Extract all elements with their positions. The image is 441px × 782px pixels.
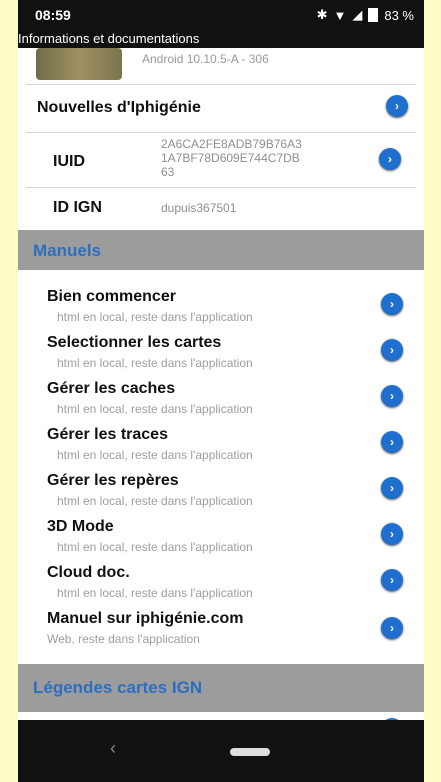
- app-version-text: Android 10.10.5-A - 306: [142, 52, 269, 66]
- signal-icon: ◢: [352, 7, 363, 22]
- page-title: Informations et documentations: [18, 30, 424, 48]
- battery-icon: [368, 8, 379, 22]
- chevron-right-icon[interactable]: ›: [381, 477, 403, 499]
- ign-value: dupuis367501: [161, 201, 237, 215]
- manual-subtitle: html en local, reste dans l'application: [57, 356, 253, 370]
- chevron-right-icon[interactable]: ›: [381, 569, 403, 591]
- battery-percent: 83 %: [384, 7, 414, 23]
- back-icon[interactable]: ‹: [110, 738, 116, 759]
- legend-header: Légendes cartes IGN: [33, 678, 203, 697]
- manual-title: Selectionner les cartes: [47, 334, 222, 351]
- manual-subtitle: html en local, reste dans l'application: [57, 402, 253, 416]
- iuid-label: IUID: [53, 153, 85, 170]
- ign-row: ID IGN dupuis367501: [18, 188, 424, 230]
- wifi-icon: ▼: [333, 7, 347, 23]
- manual-subtitle: html en local, reste dans l'application: [57, 494, 253, 508]
- status-bar: 08:59 ✱ ▼ ◢ 83 %: [18, 0, 424, 30]
- manual-title: Gérer les repères: [47, 472, 179, 489]
- chevron-right-icon[interactable]: ›: [381, 523, 403, 545]
- chevron-right-icon[interactable]: ›: [381, 431, 403, 453]
- manual-item-gerer-caches[interactable]: Gérer les caches html en local, reste da…: [18, 374, 424, 420]
- manual-title: 3D Mode: [47, 518, 114, 535]
- bluetooth-icon: ✱: [316, 7, 328, 22]
- news-label: Nouvelles d'Iphigénie: [37, 99, 201, 116]
- ign-label: ID IGN: [53, 199, 102, 216]
- manual-item-gerer-reperes[interactable]: Gérer les repères html en local, reste d…: [18, 466, 424, 512]
- manual-title: Manuel sur iphigénie.com: [47, 610, 244, 627]
- manual-item-3d-mode[interactable]: 3D Mode html en local, reste dans l'appl…: [18, 512, 424, 558]
- iuid-value-line3: 63: [161, 165, 175, 179]
- chevron-right-icon[interactable]: ›: [381, 617, 403, 639]
- status-icons: ✱ ▼ ◢ 83 %: [317, 7, 414, 23]
- navigation-bar: ‹: [18, 720, 424, 782]
- manual-subtitle: html en local, reste dans l'application: [57, 448, 253, 462]
- iuid-value-line2: 1A7BF78D609E744C7DB: [161, 151, 300, 165]
- chevron-right-icon[interactable]: ›: [386, 95, 408, 117]
- manuals-header: Manuels: [33, 241, 102, 260]
- manual-subtitle: html en local, reste dans l'application: [57, 540, 253, 554]
- manual-subtitle: html en local, reste dans l'application: [57, 310, 253, 324]
- manual-title: Cloud doc.: [47, 564, 130, 581]
- chevron-right-icon[interactable]: ›: [379, 148, 401, 170]
- news-row[interactable]: Nouvelles d'Iphigénie ›: [18, 85, 424, 131]
- manuals-card: Bien commencer html en local, reste dans…: [18, 270, 424, 664]
- info-card: Android 10.10.5-A - 306 Nouvelles d'Iphi…: [18, 48, 424, 230]
- manual-item-gerer-traces[interactable]: Gérer les traces html en local, reste da…: [18, 420, 424, 466]
- iuid-value-line1: 2A6CA2FE8ADB79B76A3: [161, 137, 302, 151]
- manual-title: Bien commencer: [47, 288, 176, 305]
- manual-subtitle: Web, reste dans l'application: [47, 632, 200, 646]
- status-time: 08:59: [35, 7, 71, 23]
- manual-title: Gérer les traces: [47, 426, 168, 443]
- iuid-row: IUID 2A6CA2FE8ADB79B76A3 1A7BF78D609E744…: [18, 133, 424, 185]
- manual-item-cloud-doc[interactable]: Cloud doc. html en local, reste dans l'a…: [18, 558, 424, 604]
- manual-item-selectionner-cartes[interactable]: Selectionner les cartes html en local, r…: [18, 328, 424, 374]
- manual-title: Gérer les caches: [47, 380, 176, 397]
- home-icon[interactable]: [230, 748, 270, 756]
- chevron-right-icon[interactable]: ›: [381, 293, 403, 315]
- app-thumbnail: [36, 48, 122, 80]
- manual-item-iphigenie-web[interactable]: Manuel sur iphigénie.com Web, reste dans…: [18, 604, 424, 654]
- manual-subtitle: html en local, reste dans l'application: [57, 586, 253, 600]
- chevron-right-icon[interactable]: ›: [381, 339, 403, 361]
- phone-screen: 08:59 ✱ ▼ ◢ 83 % Informations et documen…: [18, 0, 424, 782]
- chevron-right-icon[interactable]: ›: [381, 385, 403, 407]
- manual-item-bien-commencer[interactable]: Bien commencer html en local, reste dans…: [18, 282, 424, 328]
